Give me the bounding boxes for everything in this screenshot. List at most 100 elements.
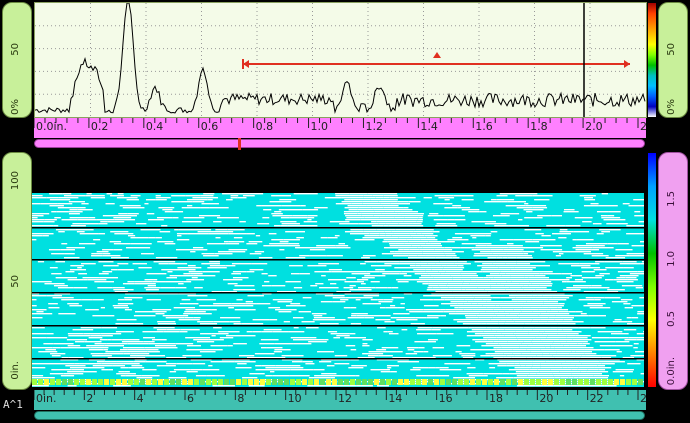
c-scan-gap (268, 307, 281, 309)
c-scan-gap (470, 349, 482, 351)
c-scan-gap (565, 361, 580, 363)
c-scan-gap (394, 209, 413, 211)
c-scan-gap (230, 197, 238, 199)
a-scan-x-ruler[interactable]: 0.0in. 0.2 0.4 0.6 0.8 1.0 1.2 1.4 1.6 1.8 2.0 2 (34, 118, 647, 138)
c-scan-gap (162, 209, 173, 211)
c-scan-gap (371, 207, 384, 209)
c-scan-gap (46, 295, 62, 297)
c-scan-gap (227, 345, 233, 347)
c-scan-gap (629, 255, 644, 257)
c-scan-scrollbar[interactable] (34, 411, 645, 420)
c-scan-gap (200, 207, 210, 209)
c-scan-gap (271, 239, 284, 241)
c-scan-gap (256, 303, 271, 305)
c-scan-gap (245, 301, 254, 303)
c-scan-gap (212, 305, 233, 307)
c-scan-gap (32, 333, 47, 335)
c-scan-gap (592, 247, 614, 249)
c-scan-gap (164, 243, 176, 245)
c-scan-gap (176, 239, 190, 241)
c-scan-gap (362, 201, 379, 203)
c-scan-image[interactable] (32, 193, 644, 387)
c-scan-gap (551, 215, 563, 217)
c-scan-gap (432, 287, 440, 289)
c-scan-gap (559, 229, 568, 231)
c-scan-gap (485, 343, 499, 345)
c-scan-gap (178, 229, 191, 231)
amplitude-ruler-left[interactable]: 50 0% (2, 2, 32, 118)
c-scan-gap (554, 319, 564, 321)
c-scan-gap (385, 233, 394, 235)
c-scan-gap (439, 261, 458, 263)
c-scan-gap (500, 213, 520, 215)
scan-axis-ruler-left[interactable]: 100 50 0in. (2, 152, 32, 390)
c-scan-gap (617, 331, 623, 333)
c-scan-gap (543, 303, 559, 305)
c-scan-gap (472, 295, 491, 297)
c-scan-gap (615, 369, 634, 371)
c-scan-gap (151, 339, 167, 341)
index-axis-ruler[interactable]: 0in. 2 4 6 8 10 12 14 16 18 20 22 2 (34, 390, 647, 410)
c-scan-gap (371, 287, 376, 289)
c-scan-gap (43, 343, 54, 345)
c-scan-gap (587, 303, 606, 305)
c-scan-gap (461, 271, 477, 273)
c-scan-gap (473, 255, 482, 257)
c-scan-gap (486, 301, 504, 303)
c-scan-gap (491, 329, 505, 331)
c-scan-gap (439, 369, 462, 371)
c-scan-gap (115, 331, 134, 333)
c-scan-gap (557, 323, 576, 325)
c-scan-gap (621, 285, 643, 287)
c-scan-gap (575, 351, 593, 353)
c-scan-gap (156, 217, 173, 219)
depth-ruler-right[interactable]: 1.5 1.0 0.5 0.0in. (658, 152, 688, 390)
amplitude-ruler-right[interactable]: 50 0% (658, 2, 688, 118)
a-scan-display[interactable] (34, 2, 647, 118)
c-scan-gap (550, 327, 558, 329)
c-scan-gap (196, 299, 216, 301)
c-scan-gap (560, 343, 578, 345)
c-scan-gap (357, 279, 369, 281)
c-scan-gap (249, 253, 262, 255)
c-scan-gap (478, 317, 493, 319)
c-scan-gap (177, 235, 182, 237)
c-scan-gap (32, 305, 37, 307)
c-scan-gap (577, 369, 588, 371)
c-scan-gap (226, 335, 231, 337)
c-scan-gap (505, 205, 526, 207)
c-scan-gap (344, 337, 366, 339)
c-scan-gap (261, 365, 276, 367)
gate-threshold-marker[interactable] (433, 52, 441, 58)
c-scan-gap (145, 199, 156, 201)
a-scan-scrollbar[interactable] (34, 139, 645, 148)
c-scan-gap (513, 333, 529, 335)
c-scan-gap (444, 363, 464, 365)
gate-end-marker[interactable] (624, 60, 630, 68)
c-scan-gap (554, 349, 564, 351)
c-scan-gap (383, 225, 389, 227)
c-scan-low-amp (98, 379, 103, 385)
c-scan-gap (389, 251, 395, 253)
c-scan-gap (218, 331, 240, 333)
c-scan-gap (479, 313, 495, 315)
c-scan-gap (482, 299, 492, 301)
c-scan-gap (398, 237, 413, 239)
c-scan-gap (554, 347, 577, 349)
c-scan-gap (524, 229, 542, 231)
c-scan-gap (397, 307, 405, 309)
c-scan-gap (546, 337, 567, 339)
c-scan-gap (503, 353, 513, 355)
c-scan-gap (500, 319, 513, 321)
c-scan-gap (65, 365, 86, 367)
c-scan-gap (550, 347, 555, 349)
c-scan-gap (429, 213, 439, 215)
c-scan-low-amp (44, 379, 49, 385)
c-scan-gap (133, 247, 151, 249)
c-scan-gap (249, 373, 265, 375)
c-scan-low-amp (122, 379, 127, 385)
c-scan-gap (561, 363, 571, 365)
c-scan-gap (616, 351, 622, 353)
c-scan-gap (85, 371, 97, 373)
a-scan-position-marker[interactable] (238, 138, 241, 150)
